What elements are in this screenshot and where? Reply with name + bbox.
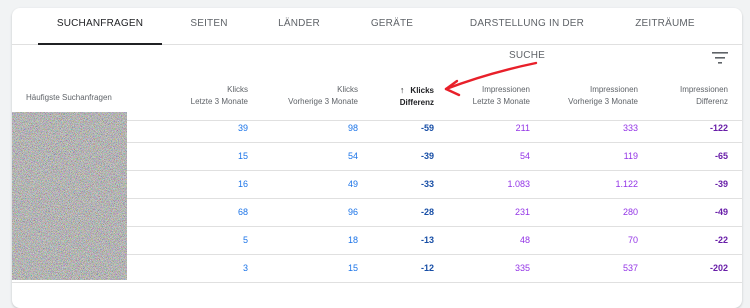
header-line2: Letzte 3 Monate	[190, 97, 248, 106]
clicks-last-cell: 5	[242, 235, 248, 245]
active-tab-indicator	[38, 43, 162, 45]
tab-bar: SUCHANFRAGEN SEITEN LÄNDER GERÄTE DARSTE…	[12, 8, 742, 61]
clicks-last-cell: 16	[237, 179, 248, 189]
tab-label: SUCHANFRAGEN	[56, 18, 144, 29]
clicks-last-cell: 15	[237, 151, 248, 161]
impressions-diff-cell: -122	[709, 123, 728, 133]
header-clicks-diff[interactable]: ↑ Klicks Differenz	[372, 84, 434, 109]
impressions-last-cell: 54	[519, 151, 530, 161]
filter-list-icon[interactable]	[712, 52, 728, 64]
impressions-prev-cell: 70	[627, 235, 638, 245]
impressions-diff-cell: -65	[714, 151, 728, 161]
arrow-upward-icon: ↑	[399, 85, 405, 95]
clicks-diff-cell: -13	[420, 235, 434, 245]
header-line1: Klicks	[410, 86, 434, 95]
impressions-last-cell: 335	[514, 263, 530, 273]
header-line1: Klicks	[227, 85, 248, 94]
clicks-prev-cell: 18	[347, 235, 358, 245]
header-impressions-diff[interactable]: Impressionen Differenz	[652, 84, 728, 108]
header-clicks-last[interactable]: Klicks Letzte 3 Monate	[162, 84, 248, 108]
header-impressions-last[interactable]: Impressionen Letzte 3 Monate	[442, 84, 530, 108]
impressions-diff-cell: -22	[714, 235, 728, 245]
header-label: Häufigste Suchanfragen	[26, 93, 112, 102]
impressions-prev-cell: 1.122	[615, 179, 638, 189]
tab-label: ZEITRÄUME	[635, 18, 695, 29]
clicks-prev-cell: 54	[347, 151, 358, 161]
header-line2: Differenz	[399, 98, 434, 107]
tab-label: DARSTELLUNG IN DER SUCHE	[469, 18, 585, 61]
tab-suchanfragen[interactable]: SUCHANFRAGEN	[38, 8, 162, 45]
impressions-prev-cell: 119	[623, 151, 638, 161]
impressions-prev-cell: 280	[622, 207, 638, 217]
tab-label: GERÄTE	[370, 18, 414, 29]
tab-laender[interactable]: LÄNDER	[262, 8, 336, 44]
clicks-last-cell: 39	[237, 123, 248, 133]
impressions-last-cell: 211	[515, 123, 530, 133]
impressions-prev-cell: 537	[622, 263, 638, 273]
clicks-diff-cell: -39	[420, 151, 434, 161]
clicks-prev-cell: 98	[347, 123, 358, 133]
clicks-diff-cell: -59	[420, 123, 434, 133]
header-impressions-prev[interactable]: Impressionen Vorherige 3 Monate	[542, 84, 638, 108]
impressions-diff-cell: -202	[709, 263, 728, 273]
tab-darstellung[interactable]: DARSTELLUNG IN DER SUCHE	[452, 8, 602, 61]
clicks-prev-cell: 15	[347, 263, 358, 273]
header-line1: Klicks	[337, 85, 358, 94]
redacted-queries-noise	[12, 112, 127, 280]
clicks-last-cell: 3	[242, 263, 248, 273]
header-line2: Letzte 3 Monate	[472, 97, 530, 106]
impressions-prev-cell: 333	[622, 123, 638, 133]
header-line1: Impressionen	[589, 85, 638, 94]
tab-label: LÄNDER	[278, 18, 320, 29]
clicks-prev-cell: 96	[347, 207, 358, 217]
impressions-diff-cell: -39	[714, 179, 728, 189]
tab-seiten[interactable]: SEITEN	[172, 8, 246, 44]
tab-geraete[interactable]: GERÄTE	[352, 8, 432, 44]
header-line1: Impressionen	[481, 85, 530, 94]
clicks-last-cell: 68	[237, 207, 248, 217]
tab-zeitraeume[interactable]: ZEITRÄUME	[620, 8, 710, 44]
impressions-last-cell: 231	[514, 207, 530, 217]
header-line1: Impressionen	[679, 85, 728, 94]
header-line2: Differenz	[696, 97, 728, 106]
clicks-diff-cell: -28	[420, 207, 434, 217]
header-clicks-prev[interactable]: Klicks Vorherige 3 Monate	[262, 84, 358, 108]
query-column-header[interactable]: Häufigste Suchanfragen	[26, 92, 146, 104]
impressions-last-cell: 1.083	[507, 179, 530, 189]
clicks-diff-cell: -33	[420, 179, 434, 189]
impressions-diff-cell: -49	[714, 207, 728, 217]
tab-label: SEITEN	[190, 18, 228, 29]
clicks-prev-cell: 49	[347, 179, 358, 189]
clicks-diff-cell: -12	[420, 263, 434, 273]
header-line2: Vorherige 3 Monate	[288, 97, 358, 106]
header-line2: Vorherige 3 Monate	[568, 97, 638, 106]
impressions-last-cell: 48	[519, 235, 530, 245]
